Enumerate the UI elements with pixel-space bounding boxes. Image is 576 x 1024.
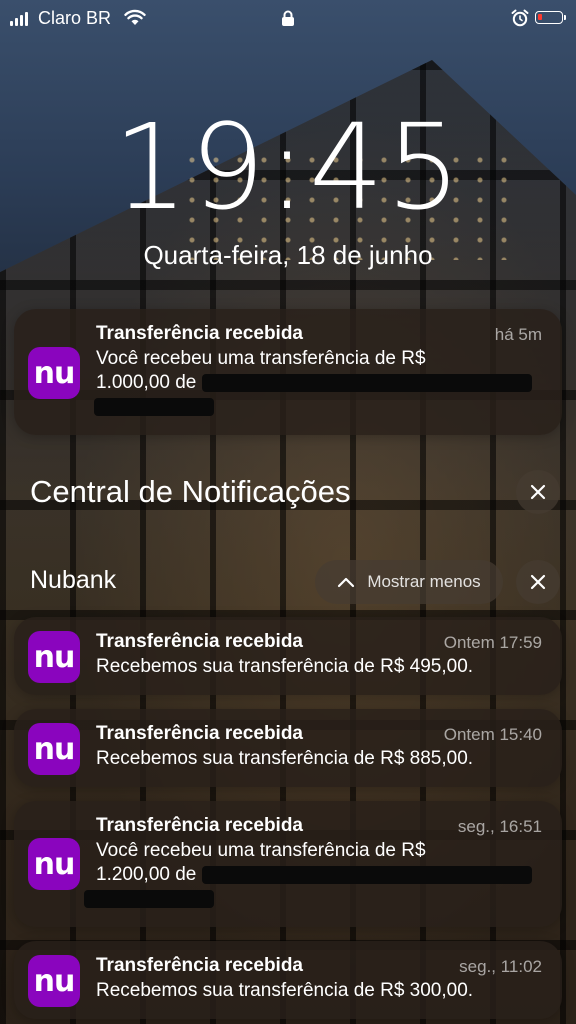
notification-body-line: 1.200,00 de [96,864,197,885]
status-bar: Claro BR [0,6,576,30]
nubank-app-icon: nu [28,955,80,1007]
notification-time: Ontem 15:40 [443,725,542,744]
lock-screen-time: 19:45 [112,98,464,236]
close-icon [530,484,546,500]
nubank-app-icon: nu [28,838,80,890]
redaction-mark [201,865,532,884]
notification-body-line: 1.000,00 de [96,372,197,393]
clear-all-button[interactable] [516,470,560,514]
notification-card[interactable]: nu Transferência recebida há 5m Você rec… [14,309,562,435]
notification-body: Você recebeu uma transferência de R$ 1.0… [94,347,544,419]
notification-time: Ontem 17:59 [443,633,542,652]
notification-body: Recebemos sua transferência de R$ 885,00… [96,748,474,769]
nubank-app-icon: nu [28,723,80,775]
notification-card[interactable]: nu Transferência recebida Ontem 15:40 Re… [14,709,562,787]
nubank-app-icon: nu [28,347,80,399]
notification-time: seg., 11:02 [459,957,542,976]
lock-icon [282,10,294,26]
notification-body: Recebemos sua transferência de R$ 300,00… [96,980,474,1001]
alarm-icon [511,9,529,27]
lock-screen-date: Quarta-feira, 18 de junho [143,240,433,270]
show-less-label: Mostrar menos [367,572,481,591]
group-title: Nubank [30,566,117,594]
redaction-mark [84,889,214,908]
notification-time: seg., 16:51 [457,817,542,836]
notification-card[interactable]: nu Transferência recebida seg., 16:51 Vo… [14,801,562,927]
battery-icon [535,11,566,24]
notification-title: Transferência recebida [96,631,303,652]
notification-time: há 5m [494,325,542,344]
notification-body: Recebemos sua transferência de R$ 495,00… [96,656,474,677]
notification-title: Transferência recebida [96,955,303,976]
close-icon [530,574,546,590]
notification-body-line: Você recebeu uma transferência de R$ [96,348,426,369]
nubank-app-icon: nu [28,631,80,683]
redaction-mark [201,373,532,392]
notification-center-title: Central de Notificações [30,474,351,509]
signal-icon [10,12,28,26]
notification-title: Transferência recebida [96,815,303,836]
notification-card[interactable]: nu Transferência recebida Ontem 17:59 Re… [14,617,562,695]
notification-title: Transferência recebida [96,323,303,344]
chevron-up-icon [338,577,355,588]
notification-body: Você recebeu uma transferência de R$ 1.2… [84,839,544,911]
show-less-button[interactable]: Mostrar menos [315,560,503,604]
notification-title: Transferência recebida [96,723,303,744]
carrier-name: Claro BR [38,8,112,28]
notification-body-line: Você recebeu uma transferência de R$ [96,840,426,861]
clear-group-button[interactable] [516,560,560,604]
wifi-icon [124,9,146,25]
redaction-mark [94,397,214,416]
notification-card[interactable]: nu Transferência recebida seg., 11:02 Re… [14,941,562,1019]
